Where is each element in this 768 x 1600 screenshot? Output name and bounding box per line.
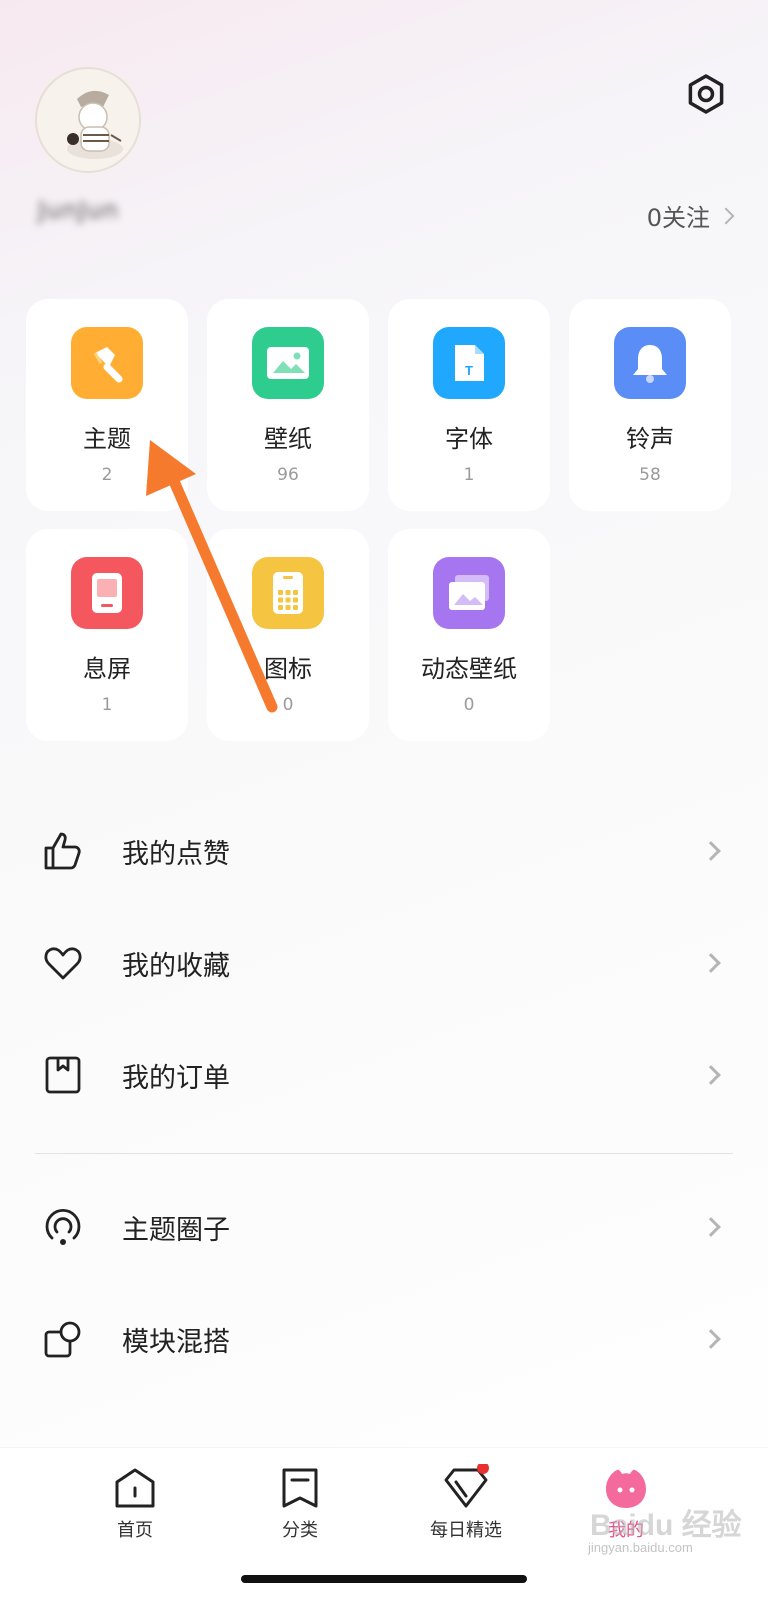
menu-item-label: 我的订单: [122, 1062, 230, 1094]
category-icon: [282, 1468, 318, 1508]
font-icon: T: [433, 327, 505, 399]
grid-item-label: 息屏: [83, 655, 131, 683]
grid-item-theme[interactable]: 主题 2: [26, 299, 188, 511]
grid-item-label: 铃声: [626, 425, 674, 453]
tab-label: 首页: [117, 1520, 153, 1541]
bell-icon: [614, 327, 686, 399]
avatar-image: [37, 69, 139, 171]
grid-item-count: 0: [463, 695, 475, 715]
grid-item-count: 58: [639, 465, 661, 485]
menu-item-module-mix[interactable]: 模块混搭: [0, 1299, 768, 1379]
follow-link[interactable]: 0关注: [646, 198, 735, 233]
menu-item-label: 我的收藏: [122, 950, 230, 982]
chevron-right-icon: [717, 207, 735, 224]
menu-item-likes[interactable]: 我的点赞: [0, 811, 768, 891]
heart-icon: [44, 947, 82, 980]
lockscreen-icon: [71, 557, 143, 629]
circle-icon: [45, 1209, 81, 1245]
grid-item-font[interactable]: T 字体 1: [388, 299, 550, 511]
grid-item-lockscreen[interactable]: 息屏 1: [26, 529, 188, 741]
watermark-url: jingyan.baidu.com: [588, 1540, 693, 1555]
theme-brush-icon: [71, 327, 143, 399]
grid-item-count: 2: [101, 465, 113, 485]
profile-header: JunJun 0关注: [0, 0, 768, 270]
grid-item-label: 字体: [445, 425, 493, 453]
home-indicator[interactable]: [241, 1575, 527, 1583]
order-icon: [45, 1056, 81, 1094]
svg-text:T: T: [465, 363, 473, 378]
avatar[interactable]: [35, 67, 141, 173]
live-wallpaper-icon: [433, 557, 505, 629]
grid-item-ringtone[interactable]: 铃声 58: [569, 299, 731, 511]
follow-count: 0关注: [646, 204, 710, 232]
grid-item-count: 96: [277, 465, 299, 485]
grid-item-wallpaper[interactable]: 壁纸 96: [207, 299, 369, 511]
settings-hex-icon: [688, 74, 724, 114]
menu-divider: [35, 1153, 733, 1154]
grid-item-live-wallpaper[interactable]: 动态壁纸 0: [388, 529, 550, 741]
tab-category[interactable]: 分类: [240, 1464, 360, 1542]
grid-item-label: 图标: [264, 655, 312, 683]
grid-item-label: 主题: [83, 425, 131, 453]
chevron-right-icon: [701, 1065, 721, 1085]
menu-item-label: 主题圈子: [122, 1214, 230, 1246]
grid-item-label: 动态壁纸: [421, 655, 517, 683]
thumbs-up-icon: [44, 832, 81, 870]
module-icon: [44, 1321, 81, 1358]
grid-item-count: 1: [463, 465, 475, 485]
daily-pick-icon: [444, 1464, 489, 1508]
menu-item-label: 我的点赞: [122, 838, 230, 870]
chevron-right-icon: [701, 1217, 721, 1237]
grid-item-label: 壁纸: [264, 425, 312, 453]
menu-item-orders[interactable]: 我的订单: [0, 1035, 768, 1115]
menu-item-theme-circle[interactable]: 主题圈子: [0, 1187, 768, 1267]
settings-button[interactable]: [684, 72, 728, 116]
tab-home[interactable]: 首页: [75, 1464, 195, 1542]
chevron-right-icon: [701, 1329, 721, 1349]
menu-item-label: 模块混搭: [122, 1326, 230, 1358]
grid-item-count: 0: [282, 695, 294, 715]
tab-label: 分类: [282, 1520, 318, 1541]
grid-item-icons[interactable]: 图标 0: [207, 529, 369, 741]
grid-item-count: 1: [101, 695, 113, 715]
wallpaper-icon: [252, 327, 324, 399]
username: JunJun: [38, 196, 119, 224]
app-icon-icon: [252, 557, 324, 629]
menu-item-favorites[interactable]: 我的收藏: [0, 923, 768, 1003]
tab-daily-pick[interactable]: 每日精选: [406, 1464, 526, 1542]
chevron-right-icon: [701, 841, 721, 861]
watermark-logo: Baidu 经验: [590, 1509, 742, 1542]
home-icon: [115, 1468, 155, 1508]
chevron-right-icon: [701, 953, 721, 973]
tab-label: 每日精选: [430, 1520, 502, 1541]
